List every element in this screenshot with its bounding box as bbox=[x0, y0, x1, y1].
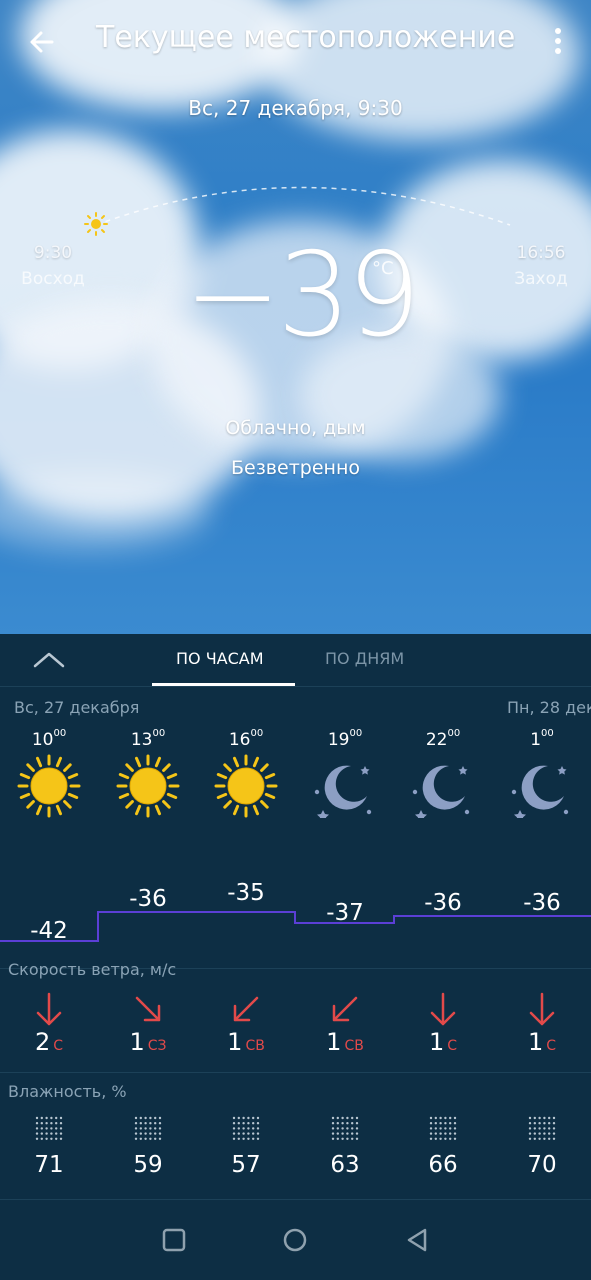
wind-section-label: Скорость ветра, м/с bbox=[8, 960, 177, 979]
wind-reading: 1 СЗ bbox=[108, 1028, 188, 1056]
current-condition: Облачно, дым bbox=[225, 417, 366, 439]
hour-label: 100 bbox=[502, 728, 582, 750]
wind-reading: 1С bbox=[502, 1028, 582, 1056]
wind-speed: 2 bbox=[34, 1028, 51, 1056]
hour-value: 22 bbox=[425, 730, 448, 750]
sunset-time: 16:56 bbox=[516, 243, 566, 263]
wind-speed: 1 bbox=[428, 1028, 445, 1056]
moon-icon bbox=[510, 754, 574, 822]
collapse-panel-button[interactable] bbox=[30, 646, 68, 674]
hour-value: 19 bbox=[327, 730, 350, 750]
tab-hourly[interactable]: ПО ЧАСАМ bbox=[176, 649, 264, 668]
weather-hero: Текущее местоположение Вс, 27 декабря, 9… bbox=[0, 0, 591, 634]
current-wind-status: Безветренно bbox=[230, 457, 360, 479]
system-nav-bar bbox=[0, 1200, 591, 1280]
humidity-value: 70 bbox=[527, 1152, 557, 1178]
hour-label: 1000 bbox=[9, 728, 89, 750]
hour-label: 1900 bbox=[305, 728, 385, 750]
wind-speed: 1 bbox=[129, 1028, 145, 1056]
hour-value: 16 bbox=[228, 730, 251, 750]
wind-direction: СЗ bbox=[147, 1038, 167, 1054]
humidity-value: 66 bbox=[428, 1152, 458, 1178]
minute-value: 00 bbox=[447, 728, 461, 739]
humidity-dots-icon bbox=[428, 1114, 458, 1144]
home-button[interactable] bbox=[281, 1226, 309, 1254]
moon-icon bbox=[313, 754, 377, 822]
sun-icon bbox=[116, 754, 180, 818]
recent-apps-button[interactable] bbox=[160, 1226, 188, 1254]
wind-direction: СВ bbox=[245, 1038, 265, 1054]
section-divider bbox=[0, 1072, 591, 1073]
chevron-up-icon bbox=[33, 652, 65, 668]
humidity-dots-icon bbox=[231, 1114, 261, 1144]
humidity-section-label: Влажность, % bbox=[8, 1082, 127, 1101]
hour-label: 1600 bbox=[206, 728, 286, 750]
wind-speed: 1 bbox=[527, 1028, 544, 1056]
wind-direction-arrow-icon bbox=[328, 992, 362, 1028]
forecast-panel: ПО ЧАСАМ ПО ДНЯМ Вс, 27 декабря Пн, 28 д… bbox=[0, 634, 591, 1200]
wind-speed: 1 bbox=[227, 1028, 243, 1056]
humidity-value: 57 bbox=[231, 1152, 261, 1178]
wind-direction: С bbox=[53, 1038, 64, 1054]
humidity-value: 63 bbox=[330, 1152, 360, 1178]
wind-speed: 1 bbox=[326, 1028, 342, 1056]
sunset-label: Заход bbox=[514, 269, 568, 289]
temperature-chart bbox=[0, 911, 591, 942]
wind-reading: 1 СВ bbox=[206, 1028, 286, 1056]
minute-value: 00 bbox=[349, 728, 363, 739]
sun-position-icon bbox=[84, 212, 108, 236]
back-nav-button[interactable] bbox=[403, 1226, 431, 1254]
hour-value: 10 bbox=[31, 730, 54, 750]
wind-direction-arrow-icon bbox=[32, 992, 66, 1028]
wind-direction: С bbox=[546, 1038, 557, 1054]
sunrise-time: 9:30 bbox=[33, 243, 73, 263]
hour-value: 13 bbox=[130, 730, 153, 750]
hour-label: 1300 bbox=[108, 728, 188, 750]
minute-value: 00 bbox=[250, 728, 264, 739]
current-temperature: −39 bbox=[184, 228, 421, 363]
minute-value: 00 bbox=[541, 728, 554, 739]
triangle-back-icon bbox=[407, 1228, 427, 1252]
forecast-tab-bar: ПО ЧАСАМ ПО ДНЯМ bbox=[0, 634, 591, 687]
active-tab-indicator bbox=[152, 683, 295, 686]
temperature-unit: °C bbox=[372, 258, 394, 279]
wind-reading: 1 СВ bbox=[305, 1028, 385, 1056]
day-label-tomorrow: Пн, 28 дек bbox=[507, 698, 591, 717]
sunrise-label: Восход bbox=[21, 269, 85, 289]
wind-direction-arrow-icon bbox=[229, 992, 263, 1028]
humidity-dots-icon bbox=[330, 1114, 360, 1144]
minute-value: 00 bbox=[152, 728, 166, 739]
wind-reading: 1С bbox=[403, 1028, 483, 1056]
temperature-line bbox=[0, 911, 591, 942]
humidity-dots-icon bbox=[34, 1114, 64, 1144]
humidity-dots-icon bbox=[527, 1114, 557, 1144]
humidity-dots-icon bbox=[133, 1114, 163, 1144]
humidity-value: 71 bbox=[34, 1152, 64, 1178]
wind-direction-arrow-icon bbox=[131, 992, 165, 1028]
wind-reading: 2С bbox=[9, 1028, 89, 1056]
hour-label: 2200 bbox=[403, 728, 483, 750]
moon-icon bbox=[411, 754, 475, 822]
circle-icon bbox=[283, 1228, 307, 1252]
wind-direction-arrow-icon bbox=[426, 992, 460, 1028]
sun-icon bbox=[214, 754, 278, 818]
wind-direction-arrow-icon bbox=[525, 992, 559, 1028]
tab-daily[interactable]: ПО ДНЯМ bbox=[325, 649, 404, 668]
wind-direction: С bbox=[447, 1038, 458, 1054]
hour-value: 1 bbox=[530, 730, 542, 750]
day-label-today: Вс, 27 декабря bbox=[14, 698, 140, 717]
minute-value: 00 bbox=[53, 728, 67, 739]
wind-direction: СВ bbox=[344, 1038, 364, 1054]
humidity-value: 59 bbox=[133, 1152, 163, 1178]
square-icon bbox=[162, 1228, 186, 1252]
sun-icon bbox=[17, 754, 81, 818]
